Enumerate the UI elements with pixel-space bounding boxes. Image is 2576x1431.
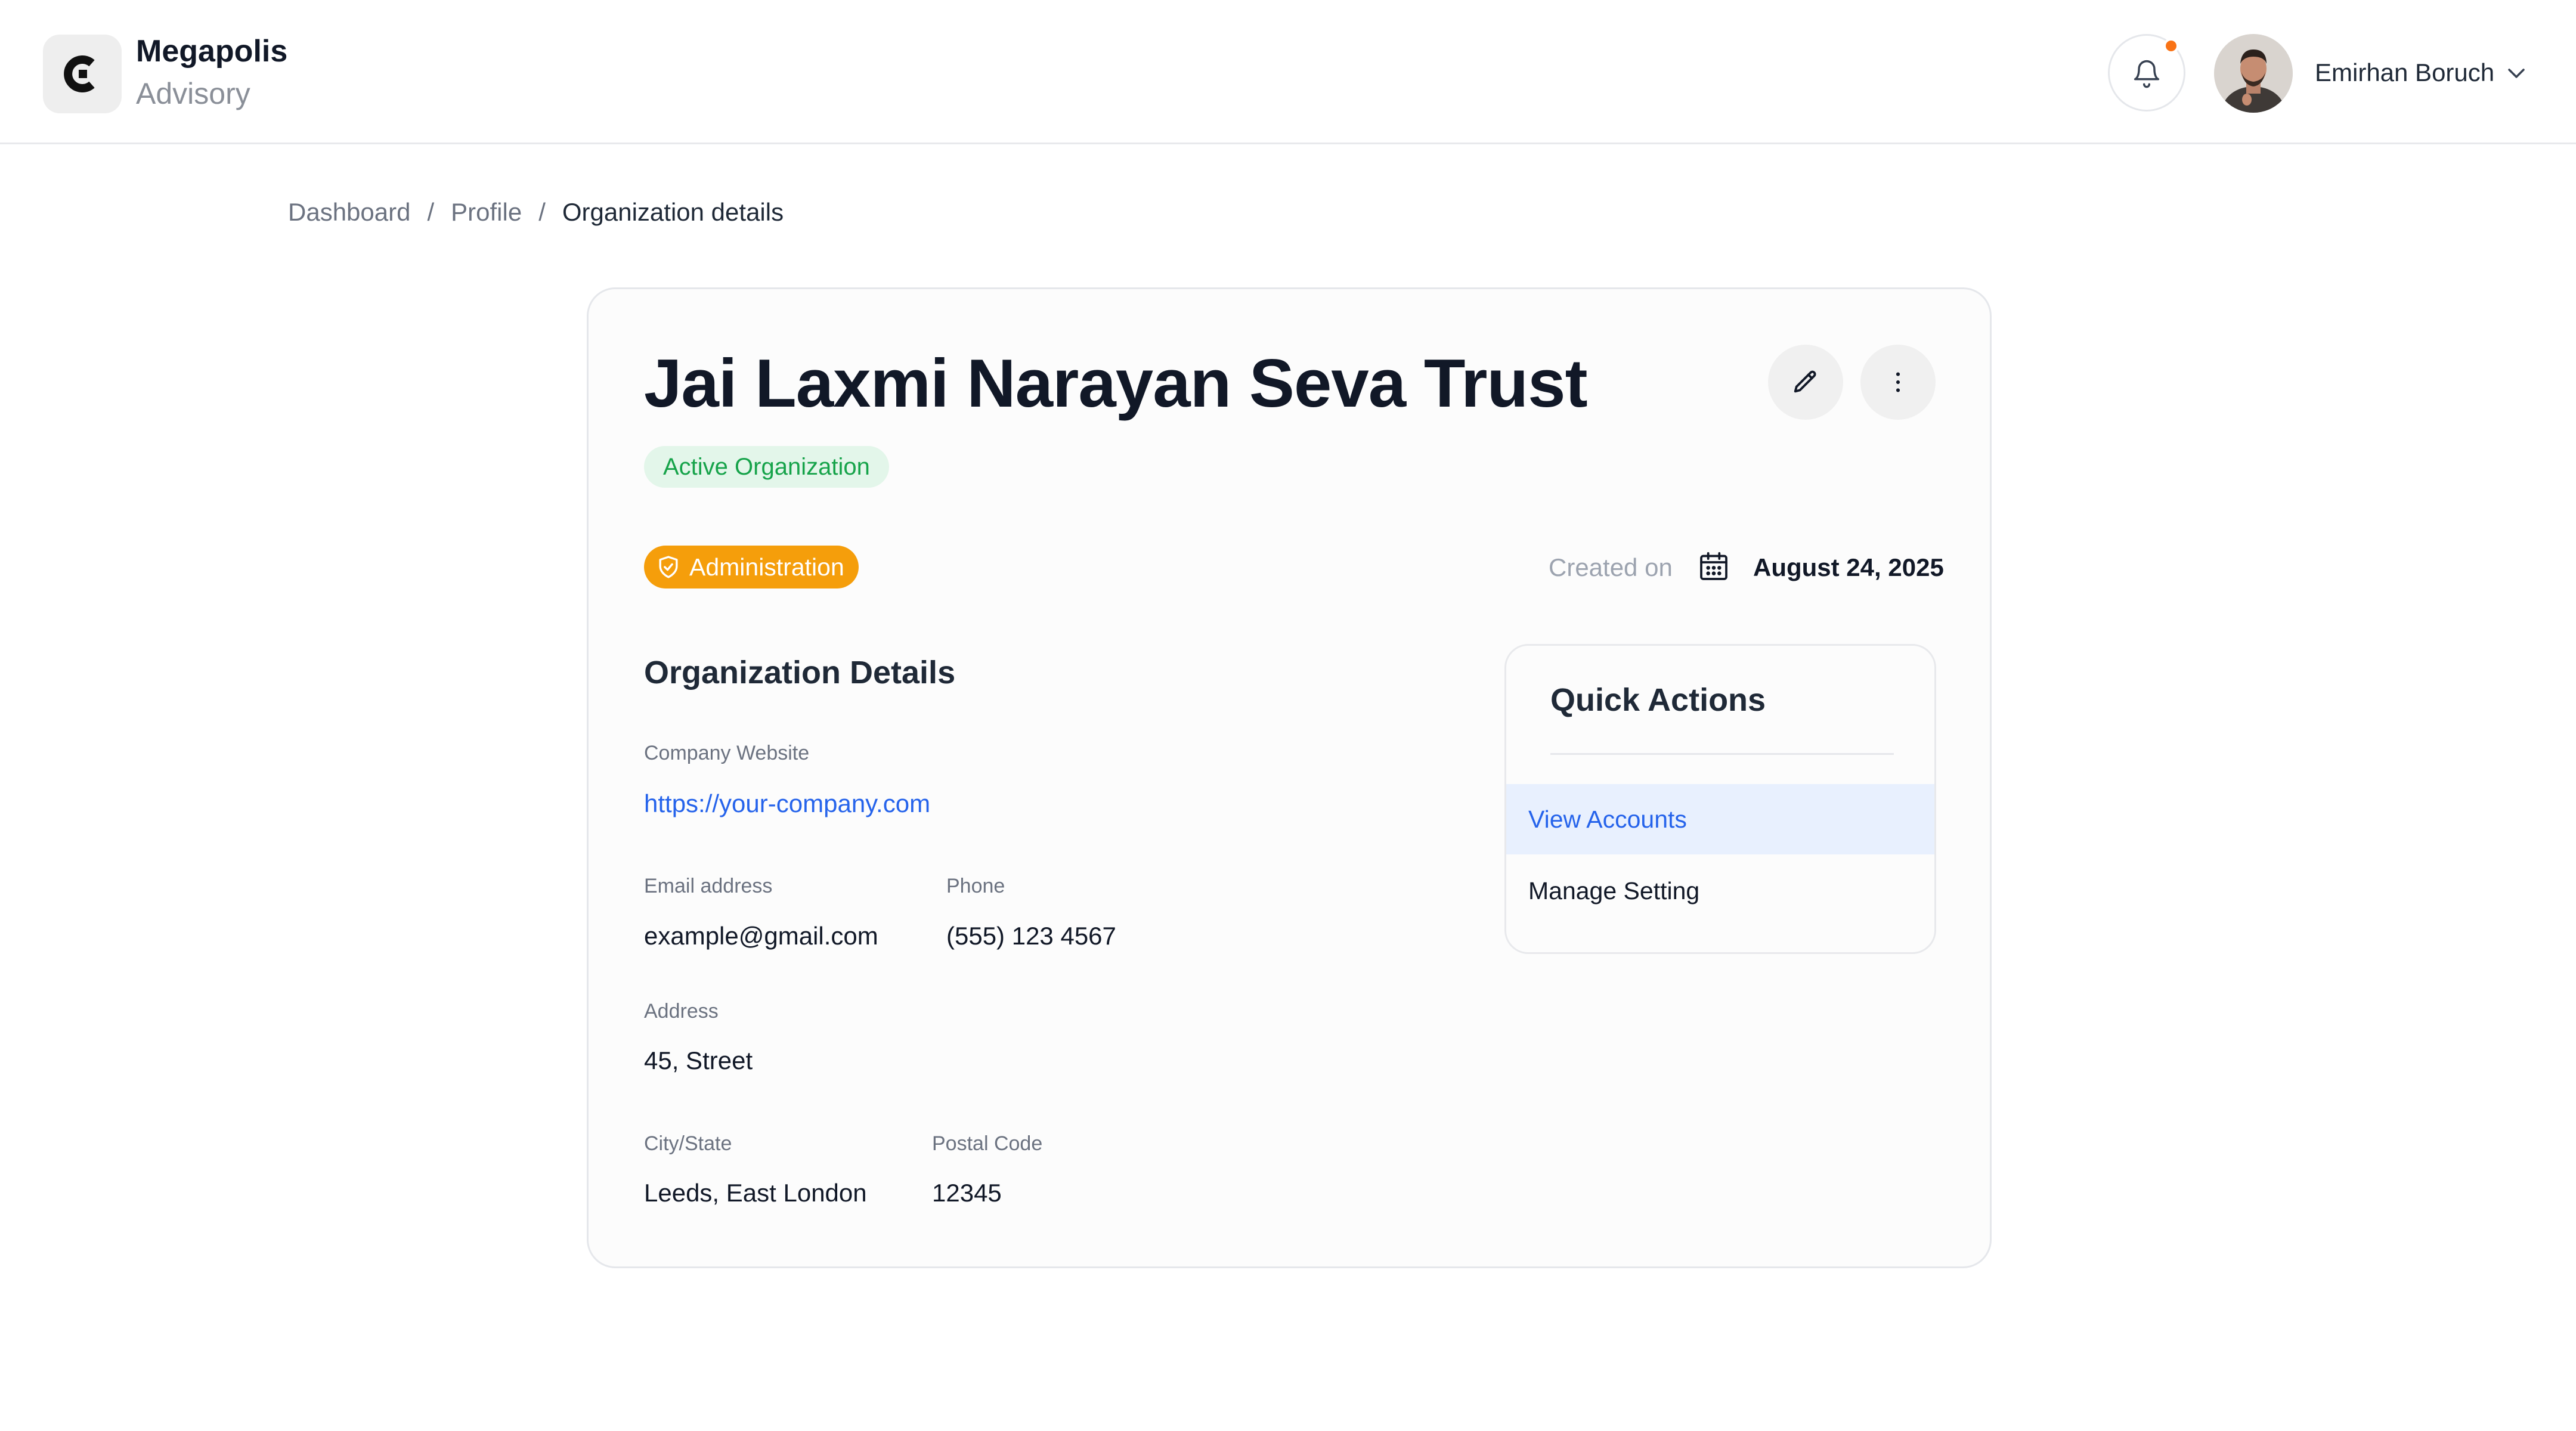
email-value: example@gmail.com xyxy=(644,922,878,950)
phone-value: (555) 123 4567 xyxy=(946,922,1116,950)
role-badge: Administration xyxy=(644,546,859,588)
quick-actions-title: Quick Actions xyxy=(1550,682,1766,718)
website-label: Company Website xyxy=(644,742,810,764)
postal-label: Postal Code xyxy=(932,1132,1043,1155)
breadcrumb: Dashboard / Profile / Organization detai… xyxy=(288,198,784,227)
view-accounts-button[interactable]: View Accounts xyxy=(1506,784,1934,854)
c-logo-icon xyxy=(64,55,95,92)
shield-check-icon xyxy=(659,556,678,578)
user-avatar-image xyxy=(2214,34,2293,113)
calendar-icon xyxy=(1700,552,1727,580)
website-link[interactable]: https://your-company.com xyxy=(644,789,930,818)
brand-logo[interactable] xyxy=(43,35,122,113)
postal-value: 12345 xyxy=(932,1179,1002,1207)
city-label: City/State xyxy=(644,1132,732,1155)
more-options-button[interactable] xyxy=(1860,345,1936,420)
user-name[interactable]: Emirhan Boruch xyxy=(2315,58,2494,87)
address-value: 45, Street xyxy=(644,1046,753,1074)
top-header: Megapolis Advisory Emirhan Boruch xyxy=(0,0,2576,144)
avatar[interactable] xyxy=(2214,34,2293,113)
more-vertical-icon xyxy=(1896,372,1900,392)
quick-actions-panel: Quick Actions View Accounts Manage Setti… xyxy=(1504,644,1936,954)
page-title: Jai Laxmi Narayan Seva Trust xyxy=(644,346,1588,422)
brand-subtitle: Advisory xyxy=(136,77,250,110)
pencil-icon xyxy=(1794,370,1816,393)
chevron-down-icon[interactable] xyxy=(2504,64,2528,82)
role-label: Administration xyxy=(689,553,844,581)
created-date: August 24, 2025 xyxy=(1753,553,1944,581)
edit-button[interactable] xyxy=(1768,345,1843,420)
bell-icon xyxy=(2134,60,2160,88)
address-label: Address xyxy=(644,1000,719,1023)
breadcrumb-profile[interactable]: Profile xyxy=(451,198,522,227)
manage-setting-button[interactable]: Manage Setting xyxy=(1506,856,1934,926)
divider xyxy=(1550,753,1894,755)
breadcrumb-separator: / xyxy=(538,198,546,226)
email-label: Email address xyxy=(644,875,773,897)
breadcrumb-dashboard[interactable]: Dashboard xyxy=(288,198,410,227)
created-label: Created on xyxy=(1549,553,1673,581)
notification-badge xyxy=(2163,38,2179,54)
status-badge: Active Organization xyxy=(644,446,889,488)
phone-label: Phone xyxy=(946,875,1005,897)
brand-name: Megapolis xyxy=(136,34,288,69)
breadcrumb-current: Organization details xyxy=(562,198,784,226)
city-value: Leeds, East London xyxy=(644,1179,867,1207)
section-title: Organization Details xyxy=(644,655,956,690)
breadcrumb-separator: / xyxy=(427,198,435,226)
